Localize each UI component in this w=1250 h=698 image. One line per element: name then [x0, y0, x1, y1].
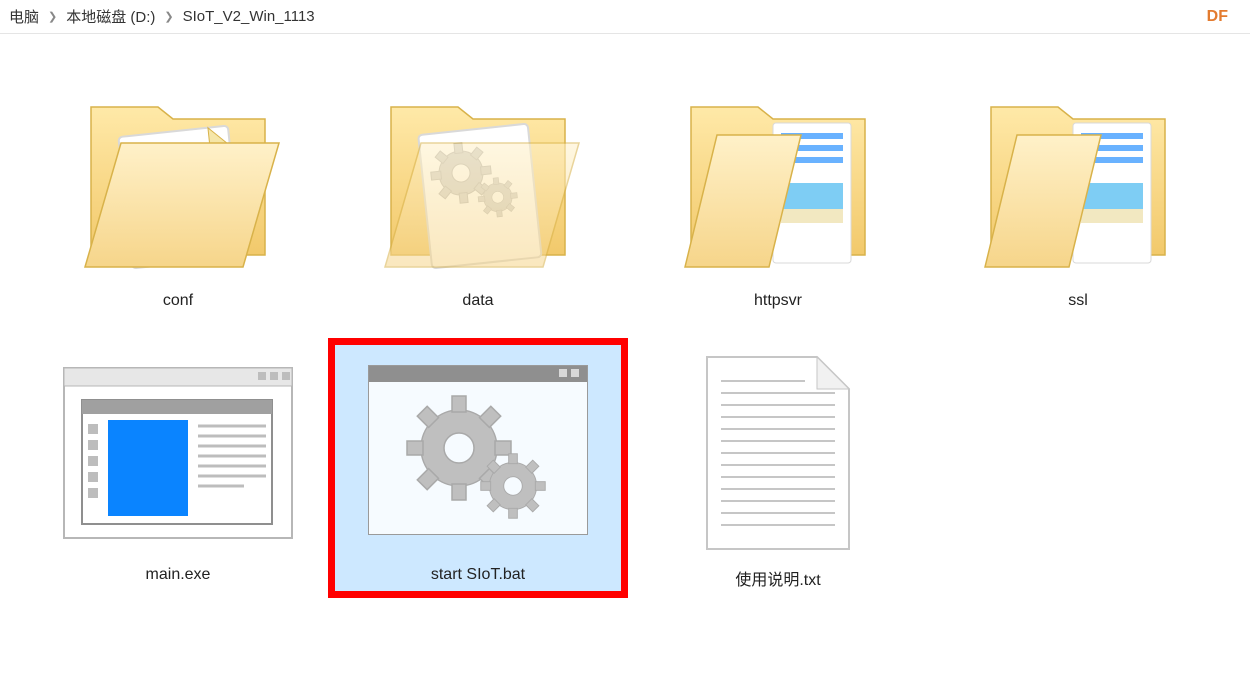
- item-readme-txt[interactable]: 使用说明.txt: [628, 338, 928, 598]
- breadcrumb-crumb-drive[interactable]: 本地磁盘 (D:): [65, 6, 156, 27]
- bat-icon: [358, 348, 598, 558]
- breadcrumb: 电脑 ❯ 本地磁盘 (D:) ❯ SIoT_V2_Win_1113 DF: [0, 0, 1250, 34]
- file-grid: conf: [0, 34, 1250, 618]
- item-data[interactable]: data: [328, 64, 628, 318]
- folder-icon: [58, 74, 298, 284]
- item-label: start SIoT.bat: [431, 566, 525, 584]
- item-label: ssl: [1068, 292, 1088, 310]
- item-main-exe[interactable]: main.exe: [28, 338, 328, 598]
- item-ssl[interactable]: ssl: [928, 64, 1228, 318]
- item-label: httpsvr: [754, 292, 802, 310]
- item-httpsvr[interactable]: httpsvr: [628, 64, 928, 318]
- chevron-right-icon: ❯: [40, 10, 65, 23]
- df-badge: DF: [1207, 8, 1242, 26]
- folder-icon: [958, 74, 1198, 284]
- folder-icon: [658, 74, 898, 284]
- item-label: data: [462, 292, 493, 310]
- item-start-siot-bat[interactable]: start SIoT.bat: [328, 338, 628, 598]
- breadcrumb-crumb-computer[interactable]: 电脑: [8, 6, 40, 27]
- exe-icon: [58, 348, 298, 558]
- item-label: main.exe: [146, 566, 211, 584]
- breadcrumb-crumb-folder[interactable]: SIoT_V2_Win_1113: [182, 8, 316, 25]
- item-label: 使用说明.txt: [735, 566, 820, 590]
- text-file-icon: [658, 348, 898, 558]
- chevron-right-icon: ❯: [156, 10, 181, 23]
- item-conf[interactable]: conf: [28, 64, 328, 318]
- folder-icon: [358, 74, 598, 284]
- item-label: conf: [163, 292, 193, 310]
